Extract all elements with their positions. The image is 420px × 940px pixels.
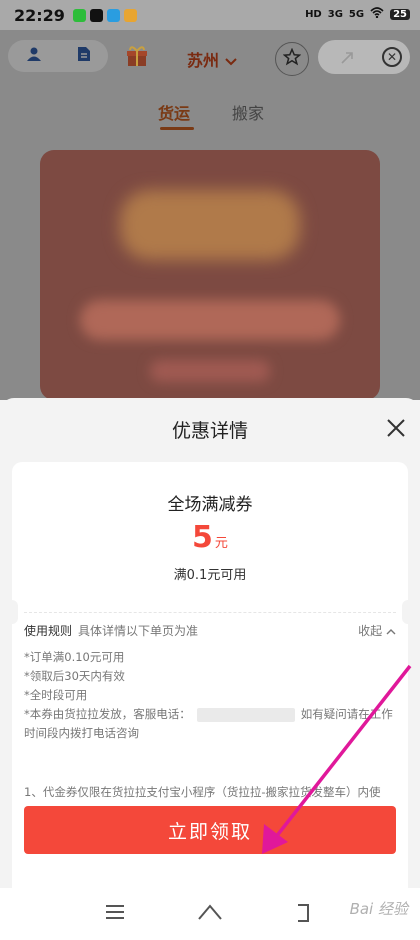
home-icon[interactable]: [197, 902, 223, 926]
chevron-down-icon: [224, 51, 237, 70]
card-notch-right: [402, 600, 414, 624]
tab-freight[interactable]: 货运: [158, 100, 190, 124]
rule-item: *订单满0.10元可用: [24, 650, 125, 664]
city-label: 苏州: [187, 51, 220, 70]
header-actions: [8, 40, 108, 72]
wechat-icon: [72, 8, 86, 22]
battery-indicator: 25: [390, 8, 410, 20]
watermark: Bai 经验: [349, 900, 408, 918]
rule-item: *领取后30天内有效: [24, 669, 125, 683]
coupon-amount-value: 5: [192, 520, 213, 555]
sheet-title: 优惠详情: [171, 420, 248, 442]
menu-icon[interactable]: [104, 902, 130, 926]
promo-banner: [40, 150, 380, 400]
dashed-divider: [24, 612, 396, 613]
rules-heading: 使用规则: [24, 624, 73, 638]
tab-moving[interactable]: 搬家: [232, 100, 264, 124]
coupon-name: 全场满减券: [167, 495, 253, 515]
more-icon[interactable]: [340, 50, 354, 69]
telegram-icon: [106, 8, 120, 22]
mini-program-capsule: ✕: [318, 40, 410, 74]
signal-5g-indicator: 5G: [348, 8, 365, 20]
phone-number-redacted: [196, 707, 295, 722]
claim-button[interactable]: 立即领取: [24, 806, 396, 854]
close-icon[interactable]: ✕: [382, 47, 402, 67]
city-selector[interactable]: 苏州: [187, 47, 237, 71]
coupon-amount-unit: 元: [214, 536, 228, 551]
rules-list: *订单满0.10元可用 *领取后30天内有效 *全时段可用 *本券由货拉拉发放，…: [24, 648, 396, 743]
chevron-up-icon: [386, 624, 396, 638]
rule-item: *全时段可用: [24, 688, 88, 702]
wifi-icon: [370, 7, 384, 21]
status-bar: 22:29 HD 3G 5G 25: [0, 0, 420, 30]
hd-indicator: HD: [305, 8, 322, 20]
collapse-button[interactable]: 收起: [358, 622, 396, 639]
signal-3g-indicator: 3G: [327, 8, 343, 20]
favorite-button[interactable]: [275, 42, 309, 76]
active-tab-indicator: [160, 127, 194, 130]
app-icon: [123, 8, 137, 22]
gift-icon[interactable]: [125, 44, 149, 73]
background-app: 苏州 ✕ 货运 搬家: [0, 30, 420, 400]
rules-subheading: 具体详情以下单页为准: [78, 624, 199, 638]
notification-icons: [72, 8, 137, 22]
close-icon: [387, 419, 405, 437]
coupon-amount: 5元: [12, 520, 408, 555]
back-icon[interactable]: [292, 902, 318, 926]
coupon-condition: 满0.1元可用: [173, 568, 247, 583]
contact-prefix: *本券由货拉拉发放，客服电话：: [24, 707, 191, 721]
status-indicators: HD 3G 5G 25: [305, 7, 410, 21]
collapse-label: 收起: [358, 624, 383, 638]
orders-icon[interactable]: [77, 46, 91, 66]
card-notch-left: [6, 600, 18, 624]
status-time: 22:29: [14, 5, 65, 25]
coupon-card: 全场满减券 5元 满0.1元可用 使用规则 具体详情以下单页为准 收起 *订单满0…: [6, 462, 414, 932]
tiktok-icon: [89, 8, 103, 22]
star-icon: [282, 47, 302, 70]
rules-header: 使用规则 具体详情以下单页为准: [24, 622, 198, 639]
close-button[interactable]: [384, 416, 408, 440]
profile-icon[interactable]: [26, 46, 42, 66]
rule-contact: *本券由货拉拉发放，客服电话： 如有疑问请在工作时间段内拨打电话咨询: [24, 705, 396, 743]
